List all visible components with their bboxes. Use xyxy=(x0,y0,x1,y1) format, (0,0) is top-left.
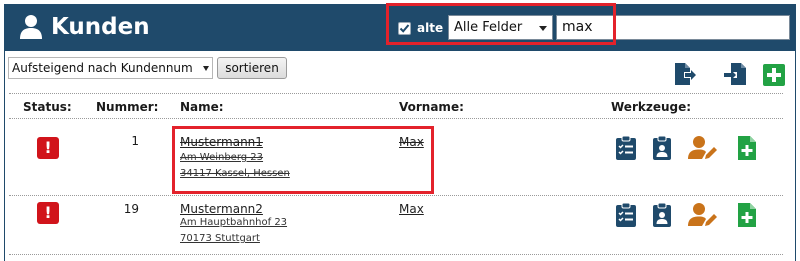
customer-panel: Kunden alte Alle Felder max Aufsteigend … xyxy=(4,3,796,261)
page-title: Kunden xyxy=(51,14,150,40)
row-divider xyxy=(9,195,783,196)
divider xyxy=(9,118,783,119)
export-icon[interactable] xyxy=(673,62,697,86)
customer-street: Am Hauptbahnhof 23 xyxy=(180,217,288,228)
sort-select-value: Aufsteigend nach Kundennum xyxy=(12,61,193,75)
customer-number: 19 xyxy=(123,202,139,216)
file-add-icon[interactable] xyxy=(737,135,757,161)
customer-city: 70173 Stuttgart xyxy=(180,233,260,244)
clipboard-user-icon[interactable] xyxy=(650,135,674,161)
user-icon xyxy=(20,15,42,39)
sort-select[interactable]: Aufsteigend nach Kundennum xyxy=(8,57,213,79)
column-header-vorname: Vorname: xyxy=(399,100,464,114)
sort-button[interactable]: sortieren xyxy=(217,57,287,79)
chevron-down-icon xyxy=(203,66,209,71)
clipboard-user-icon[interactable] xyxy=(650,202,674,228)
add-icon[interactable] xyxy=(762,63,786,87)
import-icon[interactable] xyxy=(723,62,747,86)
highlight-box-name xyxy=(172,126,434,194)
file-add-icon[interactable] xyxy=(737,202,757,228)
status-warning-icon: ! xyxy=(37,202,59,224)
title-group: Kunden xyxy=(19,14,150,40)
customer-number: 1 xyxy=(131,134,139,148)
status-warning-icon: ! xyxy=(37,137,59,159)
row-divider xyxy=(9,254,783,255)
column-header-nummer: Nummer: xyxy=(96,100,159,114)
column-header-werkzeuge: Werkzeuge: xyxy=(611,100,692,114)
column-header-name: Name: xyxy=(180,100,224,114)
divider xyxy=(9,93,783,94)
highlight-box-filter xyxy=(386,3,616,45)
customer-firstname-link[interactable]: Max xyxy=(399,202,424,216)
customer-name-link[interactable]: Mustermann2 xyxy=(180,202,263,216)
clipboard-list-icon[interactable] xyxy=(614,135,638,161)
user-edit-icon[interactable] xyxy=(688,202,718,228)
user-edit-icon[interactable] xyxy=(688,135,718,161)
column-header-status: Status: xyxy=(23,100,72,114)
clipboard-list-icon[interactable] xyxy=(614,202,638,228)
